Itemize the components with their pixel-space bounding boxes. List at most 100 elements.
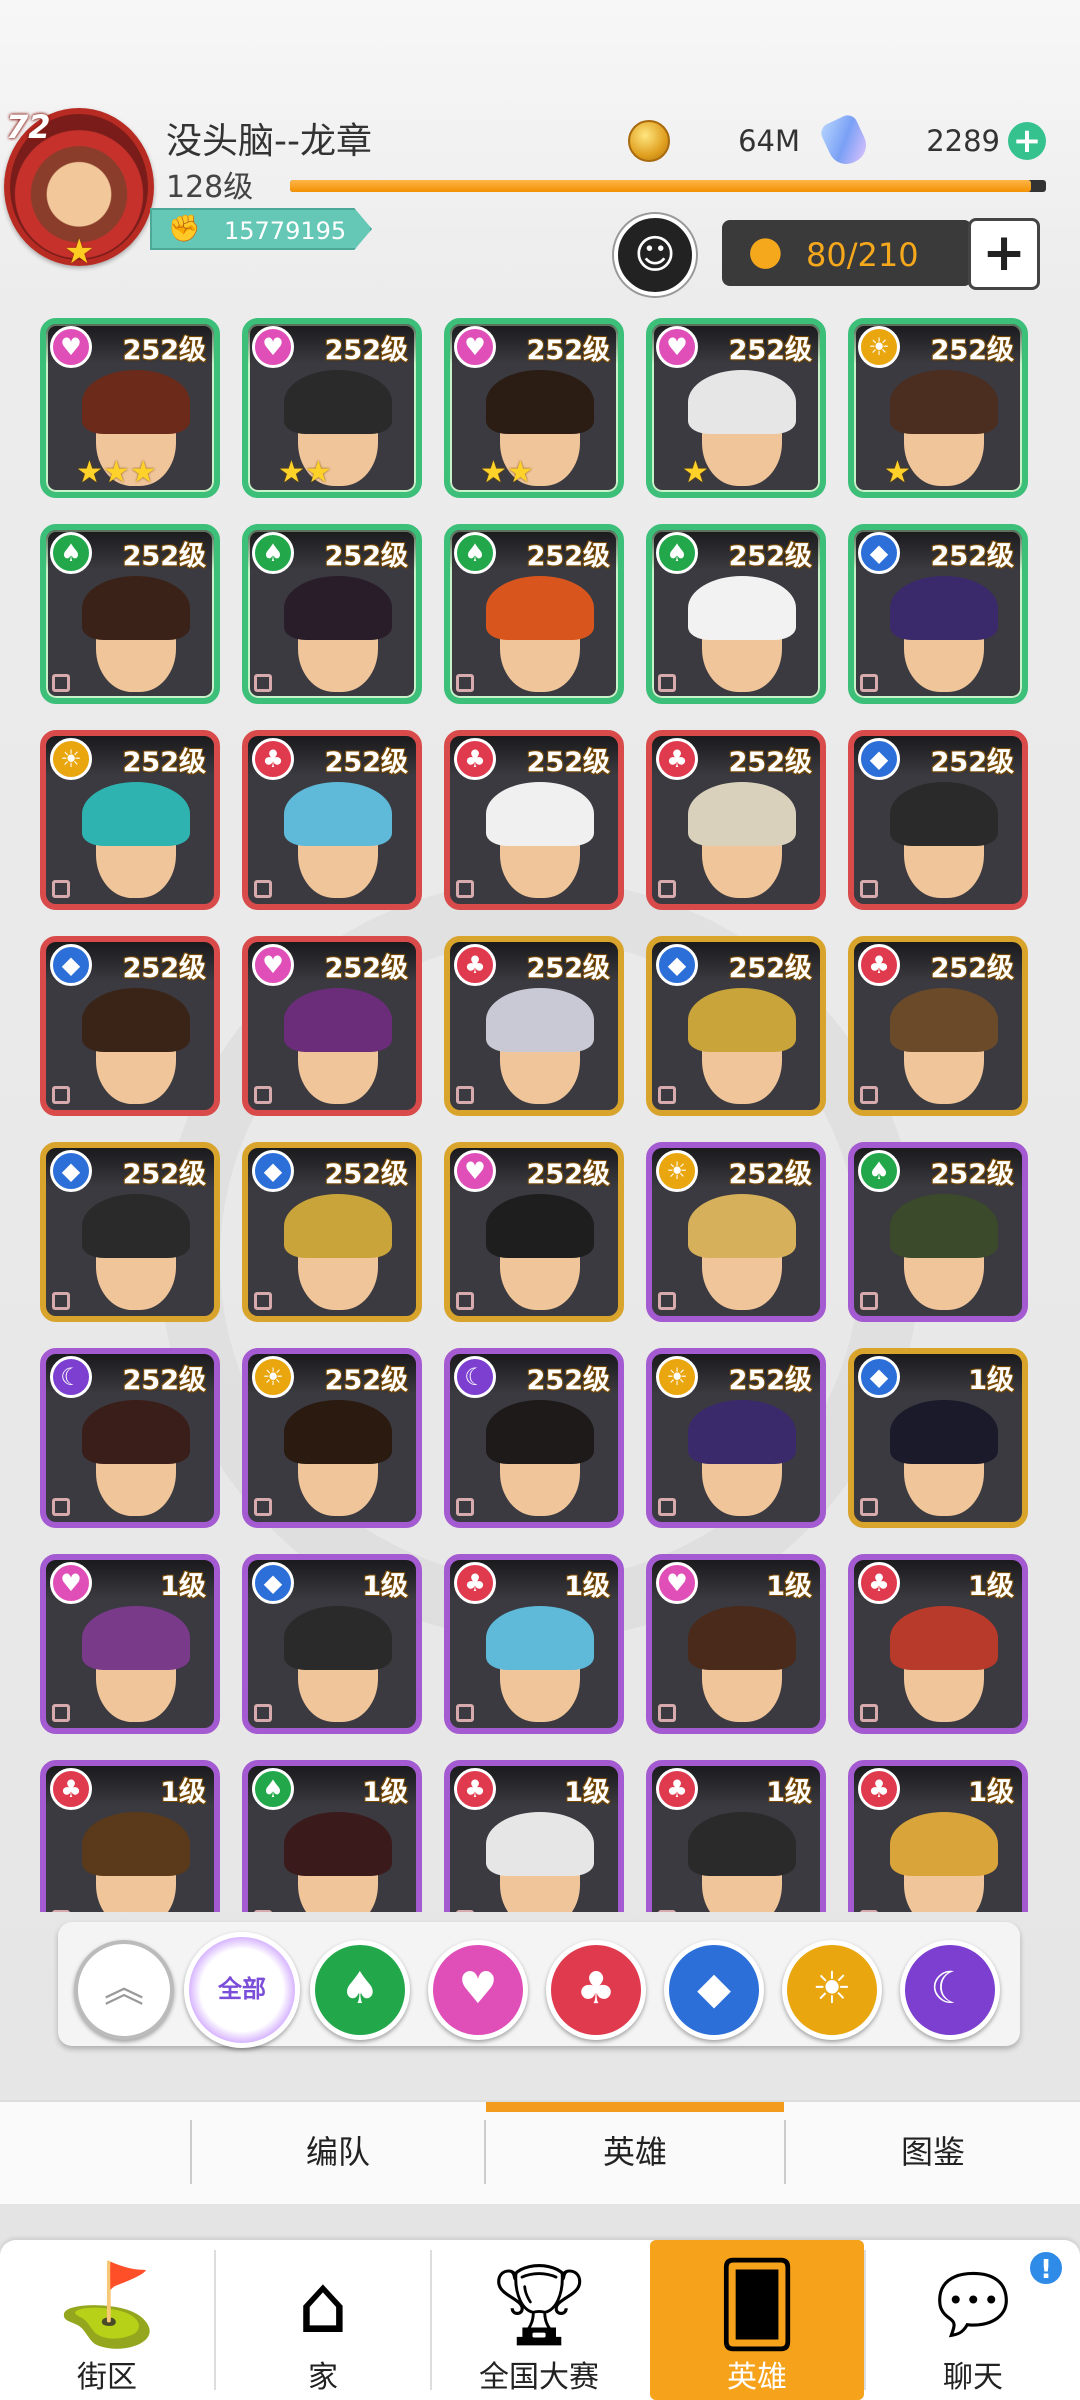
heart-icon: ♥: [50, 1562, 92, 1604]
chat-notification-badge: !: [1028, 2250, 1064, 2286]
hero-card[interactable]: ♣ 252级: [646, 730, 826, 910]
club-icon: ♣: [858, 1768, 900, 1810]
nav-tournament[interactable]: 🏆︎ 全国大赛: [432, 2240, 646, 2400]
hero-card[interactable]: ☀ 252级: [646, 1348, 826, 1528]
hero-card[interactable]: ♥ 252级 ★★★: [40, 318, 220, 498]
coin-icon: [628, 120, 670, 162]
hero-card[interactable]: ◆ 1级: [848, 1348, 1028, 1528]
hero-card[interactable]: ♥ 252级 ★★: [242, 318, 422, 498]
hero-card[interactable]: ☾ 252级: [444, 1348, 624, 1528]
hero-hair: [688, 1812, 796, 1876]
hero-card[interactable]: ♣ 252级: [848, 936, 1028, 1116]
hero-card[interactable]: ☀ 252级: [242, 1348, 422, 1528]
hero-portrait: [652, 360, 820, 492]
diamond-icon: ◆: [252, 1150, 294, 1192]
hero-card[interactable]: ♠ 252级: [40, 524, 220, 704]
filter-heart-button[interactable]: ♥: [428, 1940, 528, 2040]
player-name: 没头脑--龙章: [166, 121, 372, 162]
hero-card[interactable]: ◆ 1级: [242, 1554, 422, 1734]
tab-codex[interactable]: 图鉴: [786, 2100, 1080, 2204]
hero-level: 252级: [324, 953, 408, 984]
heart-icon: ♥: [656, 326, 698, 368]
hero-card[interactable]: ♣ 1级: [646, 1760, 826, 1912]
hero-card[interactable]: ☀ 252级: [40, 730, 220, 910]
club-icon: ♣: [656, 1768, 698, 1810]
nav-street[interactable]: ⛳ 街区: [0, 2240, 214, 2400]
player-level: 128级: [166, 170, 254, 205]
spade-icon: ♠: [252, 532, 294, 574]
nav-heroes[interactable]: 🂠 英雄: [650, 2240, 864, 2400]
filter-all-button[interactable]: 全部: [184, 1932, 300, 2048]
hero-level: 1级: [564, 1571, 610, 1602]
hero-card[interactable]: ☾ 252级: [40, 1348, 220, 1528]
hero-card[interactable]: ☀ 252级 ★: [848, 318, 1028, 498]
hero-card[interactable]: ◆ 252级: [242, 1142, 422, 1322]
hero-card[interactable]: ♠ 252级: [848, 1142, 1028, 1322]
filter-sun-button[interactable]: ☀: [782, 1940, 882, 2040]
hero-card[interactable]: ♣ 252级: [444, 730, 624, 910]
hero-portrait: [854, 1184, 1022, 1316]
hero-hair: [890, 1400, 998, 1464]
hero-card[interactable]: ♥ 1级: [646, 1554, 826, 1734]
hero-card[interactable]: ◆ 252级: [40, 1142, 220, 1322]
heart-icon: ♥: [454, 1150, 496, 1192]
hero-card[interactable]: ♠ 1级: [242, 1760, 422, 1912]
hero-hair: [890, 1812, 998, 1876]
hero-card[interactable]: ♣ 1级: [40, 1760, 220, 1912]
filter-club-button[interactable]: ♣: [546, 1940, 646, 2040]
hero-portrait: [450, 360, 618, 492]
hero-card[interactable]: ♣ 252级: [242, 730, 422, 910]
add-gems-button[interactable]: +: [1008, 122, 1046, 160]
spade-icon: ♠: [656, 532, 698, 574]
hero-card[interactable]: ♠ 252级: [242, 524, 422, 704]
heart-icon: ♥: [458, 1963, 498, 2014]
spade-icon: ♠: [340, 1963, 380, 2014]
team-formation-button[interactable]: ☺: [614, 214, 696, 296]
nav-home[interactable]: ⌂ 家: [216, 2240, 430, 2400]
hero-card[interactable]: ♣ 1级: [848, 1760, 1028, 1912]
collapse-filter-button[interactable]: ︽: [74, 1940, 174, 2040]
hero-grid: ♥ 252级 ★★★ ♥ 252级 ★★ ♥ 252级 ★★ ♥ 252级 ★ ☀ 252级 ★ ♠ 252级 ♠…: [40, 318, 1040, 1912]
card-corner-ornament: [860, 1498, 878, 1516]
hero-card[interactable]: ♣ 1级: [444, 1554, 624, 1734]
spade-icon: ♠: [50, 532, 92, 574]
hero-hair: [284, 1194, 392, 1258]
card-corner-ornament: [456, 1498, 474, 1516]
hero-card[interactable]: ◆ 252级: [848, 730, 1028, 910]
hero-card[interactable]: ♥ 252级: [242, 936, 422, 1116]
hero-level: 252级: [122, 1159, 206, 1190]
card-corner-ornament: [456, 1086, 474, 1104]
filter-moon-button[interactable]: ☾: [900, 1940, 1000, 2040]
tab-formation[interactable]: 编队: [192, 2100, 484, 2204]
club-icon: ♣: [656, 738, 698, 780]
hero-card[interactable]: ♠ 252级: [444, 524, 624, 704]
hero-hair: [82, 1400, 190, 1464]
hero-card[interactable]: ♥ 252级 ★: [646, 318, 826, 498]
chat-bubble-icon: 💬︎: [922, 2258, 1024, 2351]
diamond-icon: ◆: [50, 944, 92, 986]
tab-heroes[interactable]: 英雄: [486, 2100, 784, 2204]
sun-icon: ☀: [656, 1150, 698, 1192]
star-icon: ★: [64, 232, 95, 272]
expand-capacity-button[interactable]: +: [968, 218, 1040, 290]
hero-card[interactable]: ♠ 252级: [646, 524, 826, 704]
hero-card[interactable]: ♥ 252级 ★★: [444, 318, 624, 498]
hero-card[interactable]: ♣ 1级: [848, 1554, 1028, 1734]
diamond-icon: ◆: [858, 532, 900, 574]
filter-spade-button[interactable]: ♠: [310, 1940, 410, 2040]
hero-card[interactable]: ☀ 252级: [646, 1142, 826, 1322]
card-corner-ornament: [52, 1498, 70, 1516]
hero-card[interactable]: ♣ 252级: [444, 936, 624, 1116]
hero-card[interactable]: ♥ 252级: [444, 1142, 624, 1322]
hero-card[interactable]: ◆ 252级: [646, 936, 826, 1116]
filter-diamond-button[interactable]: ◆: [664, 1940, 764, 2040]
hero-card[interactable]: ◆ 252级: [848, 524, 1028, 704]
hero-card[interactable]: ♥ 1级: [40, 1554, 220, 1734]
hero-card[interactable]: ◆ 252级: [40, 936, 220, 1116]
club-icon: ♣: [454, 1768, 496, 1810]
hero-card[interactable]: ♣ 1级: [444, 1760, 624, 1912]
hero-hair: [82, 1812, 190, 1876]
card-corner-ornament: [456, 1704, 474, 1722]
hero-portrait: [450, 772, 618, 904]
hero-level: 252级: [526, 1365, 610, 1396]
